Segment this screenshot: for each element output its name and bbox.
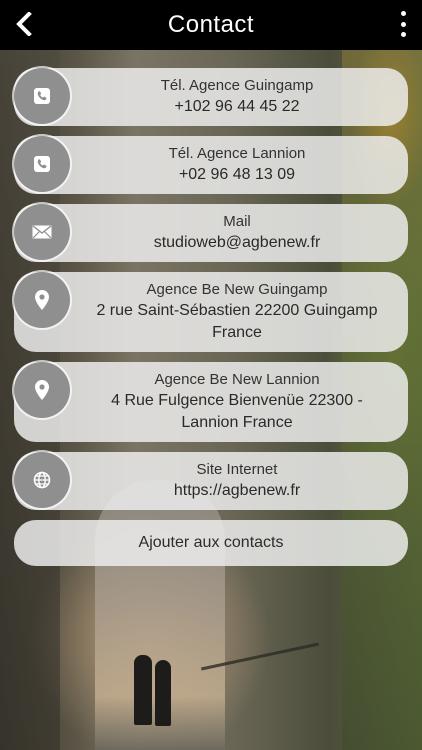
contact-item-website[interactable]: Site Internet https://agbenew.fr: [14, 452, 408, 510]
phone-icon: [14, 136, 70, 192]
contact-label: Agence Be New Lannion: [154, 371, 320, 388]
add-to-contacts-button[interactable]: Ajouter aux contacts: [14, 520, 408, 566]
contact-text: Tél. Agence Guingamp +102 96 44 45 22: [74, 68, 408, 125]
background-person: [155, 660, 171, 726]
contact-label: Mail: [223, 213, 251, 230]
globe-icon: [14, 452, 70, 508]
screen: Contact Tél. Agence Guingamp +102 96 44 …: [0, 0, 422, 750]
contact-label: Tél. Agence Guingamp: [160, 77, 314, 94]
contact-item-address-lannion[interactable]: Agence Be New Lannion 4 Rue Fulgence Bie…: [14, 362, 408, 442]
contact-value-line2: Lannion France: [181, 414, 293, 431]
contact-item-phone-lannion[interactable]: Tél. Agence Lannion +02 96 48 13 09: [14, 136, 408, 194]
contact-value-line1: 2 rue Saint-Sébastien 22200 Guingamp: [96, 302, 378, 319]
more-dot: [400, 21, 406, 27]
contact-text: Agence Be New Guingamp 2 rue Saint-Sébas…: [74, 272, 408, 351]
contact-value: +102 96 44 45 22: [174, 98, 300, 115]
page-title: Contact: [167, 11, 255, 38]
contact-label: Tél. Agence Lannion: [168, 145, 306, 162]
background-person: [134, 655, 152, 725]
more-options-button[interactable]: [396, 11, 410, 37]
contact-label: Site Internet: [196, 461, 278, 478]
location-icon: [14, 362, 70, 418]
contact-value: studioweb@agbenew.fr: [153, 234, 321, 251]
contact-text: Tél. Agence Lannion +02 96 48 13 09: [74, 136, 408, 193]
chevron-left-icon: [16, 12, 32, 36]
contact-text: Site Internet https://agbenew.fr: [74, 452, 408, 509]
contact-list: Tél. Agence Guingamp +102 96 44 45 22 Té…: [14, 68, 408, 576]
contact-value-line2: France: [212, 324, 262, 341]
more-dot: [400, 11, 406, 16]
contact-item-phone-guingamp[interactable]: Tél. Agence Guingamp +102 96 44 45 22: [14, 68, 408, 126]
contact-item-mail[interactable]: Mail studioweb@agbenew.fr: [14, 204, 408, 262]
contact-value: https://agbenew.fr: [173, 482, 301, 499]
contact-item-address-guingamp[interactable]: Agence Be New Guingamp 2 rue Saint-Sébas…: [14, 272, 408, 352]
more-dot: [400, 32, 406, 37]
contact-text: Mail studioweb@agbenew.fr: [74, 204, 408, 261]
contact-text: Agence Be New Lannion 4 Rue Fulgence Bie…: [74, 362, 408, 441]
navigation-bar: Contact: [0, 0, 422, 50]
location-icon: [14, 272, 70, 328]
contact-value: +02 96 48 13 09: [178, 166, 296, 183]
contact-value-line1: 4 Rue Fulgence Bienvenüe 22300 -: [111, 392, 363, 409]
mail-icon: [14, 204, 70, 260]
contact-label: Agence Be New Guingamp: [146, 281, 328, 298]
back-button[interactable]: [10, 10, 38, 38]
phone-icon: [14, 68, 70, 124]
